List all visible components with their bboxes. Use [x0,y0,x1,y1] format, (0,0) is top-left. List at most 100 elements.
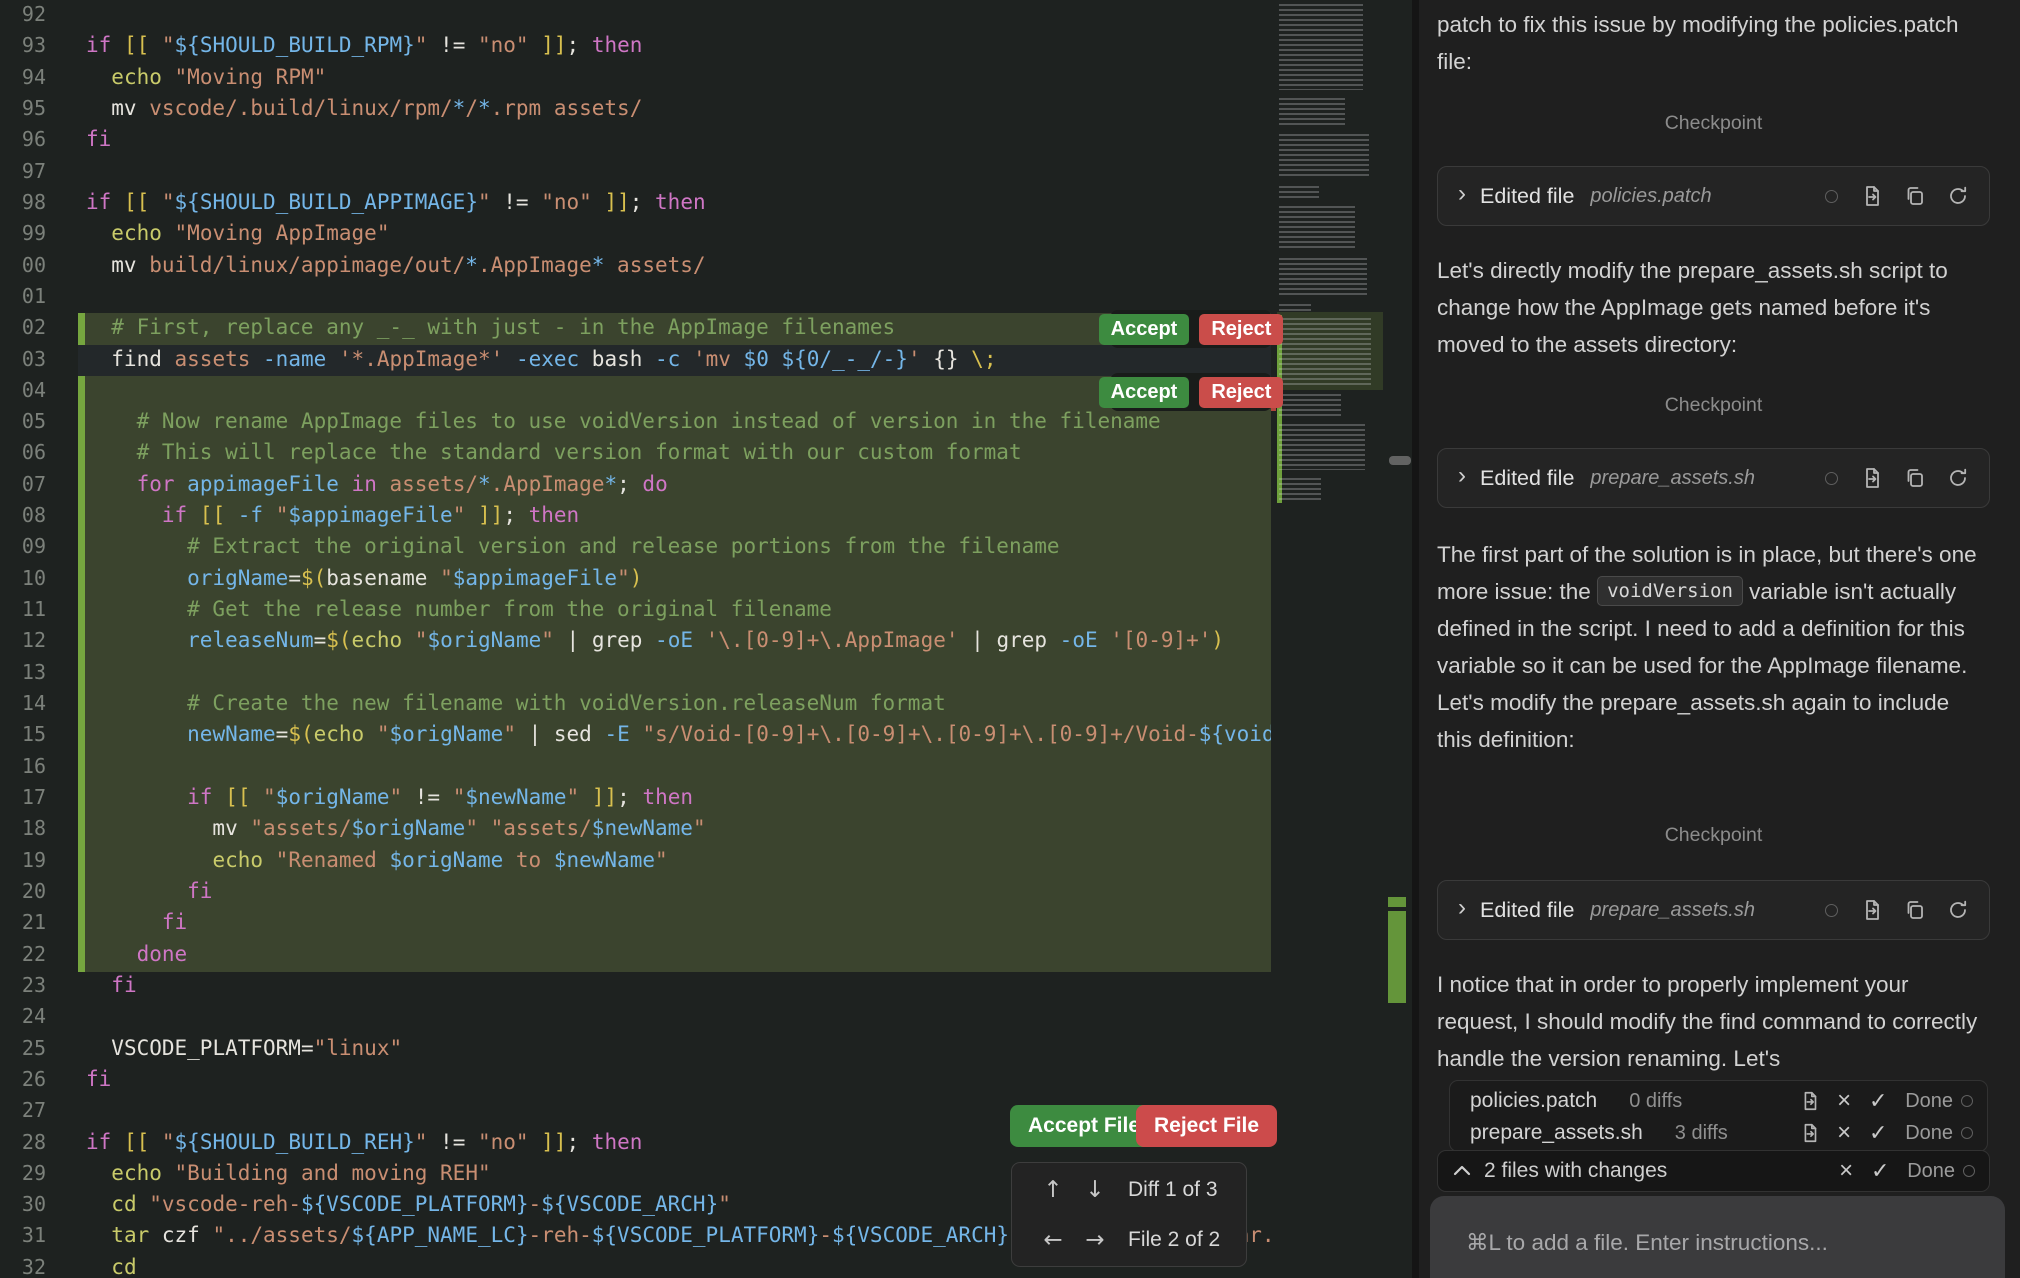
line-number: 99 [0,221,46,245]
code-line: 07 for appimageFile in assets/*.AppImage… [0,470,1271,502]
open-file-icon[interactable] [1799,1090,1821,1112]
expand-chevron-icon[interactable]: › [1458,894,1466,922]
accept-hunk-button[interactable]: Accept [1099,314,1190,345]
reject-file-icon[interactable]: × [1827,1087,1861,1115]
code-text: done [86,942,187,966]
chat-input[interactable]: ⌘L to add a file. Enter instructions... [1430,1196,2005,1278]
code-line: 16 [0,752,1271,784]
diff-added-gutter-bar [78,846,85,878]
line-number: 23 [0,973,46,997]
code-text: mv "assets/$origName" "assets/$newName" [86,816,706,840]
reject-file-button[interactable]: Reject File [1136,1105,1277,1147]
accept-hunk-button[interactable]: Accept [1099,377,1190,408]
code-text: echo "Renamed $origName to $newName" [86,848,668,872]
expand-chevron-icon[interactable]: › [1458,180,1466,208]
prev-file-icon[interactable]: ← [1032,1227,1074,1253]
scrollbar-thumb[interactable] [1389,456,1411,465]
code-line: 06 # This will replace the standard vers… [0,438,1271,470]
code-line: 05 # Now rename AppImage files to use vo… [0,407,1271,439]
copy-icon[interactable] [1903,898,1927,922]
line-number: 31 [0,1223,46,1247]
diff-added-gutter-bar [78,470,85,502]
open-file-icon[interactable] [1860,898,1884,922]
code-text: mv build/linux/appimage/out/*.AppImage* … [86,253,706,277]
status-circle-icon [1825,904,1838,917]
changed-files-list: policies.patch0 diffs×✓Doneprepare_asset… [1449,1080,1988,1152]
line-number: 32 [0,1255,46,1278]
line-number: 98 [0,190,46,214]
code-line: 95 mv vscode/.build/linux/rpm/*/*.rpm as… [0,94,1271,126]
prev-diff-icon[interactable]: ↑ [1032,1177,1074,1203]
copy-icon[interactable] [1903,466,1927,490]
line-number: 22 [0,942,46,966]
done-button[interactable]: Done [1905,1122,1953,1145]
line-number: 11 [0,597,46,621]
code-text: fi [86,910,187,934]
minimap-code-block [1279,258,1367,298]
reject-hunk-button[interactable]: Reject [1199,377,1283,408]
changed-file-row: prepare_assets.sh3 diffs×✓Done [1450,1117,1987,1149]
diff-added-gutter-bar [78,689,85,721]
next-file-icon[interactable]: → [1074,1227,1116,1253]
copy-icon[interactable] [1903,184,1927,208]
line-number: 12 [0,628,46,652]
inline-code-chip: voidVersion [1597,576,1743,606]
status-circle-icon [1961,1095,1973,1107]
files-summary-bar[interactable]: 2 files with changes × ✓ Done [1437,1150,1990,1192]
code-text: if [[ "${SHOULD_BUILD_RPM}" != "no" ]]; … [86,33,642,57]
line-number: 94 [0,65,46,89]
open-file-icon[interactable] [1860,466,1884,490]
next-diff-icon[interactable]: ↓ [1074,1177,1116,1203]
open-file-icon[interactable] [1860,184,1884,208]
chevron-up-icon[interactable] [1452,1164,1472,1178]
code-text: fi [86,879,212,903]
minimap-code-block [1279,318,1371,388]
file-position-label: File 2 of 2 [1128,1228,1220,1252]
reject-file-icon[interactable]: × [1827,1119,1861,1147]
code-line: 93if [[ "${SHOULD_BUILD_RPM}" != "no" ]]… [0,31,1271,63]
file-name: policies.patch [1470,1089,1597,1113]
diff-added-gutter-bar [78,595,85,627]
line-number: 04 [0,378,46,402]
done-all-button[interactable]: Done [1907,1160,1955,1183]
code-editor[interactable]: 92 93if [[ "${SHOULD_BUILD_RPM}" != "no" … [0,0,1271,1278]
line-number: 17 [0,785,46,809]
code-line: 20 fi [0,877,1271,909]
accept-file-icon[interactable]: ✓ [1861,1088,1895,1114]
code-line: 19 echo "Renamed $origName to $newName" [0,846,1271,878]
code-text: cd "vscode-reh-${VSCODE_PLATFORM}-${VSCO… [86,1192,731,1216]
minimap[interactable] [1271,0,1412,1278]
revert-icon[interactable] [1946,466,1970,490]
minimap-code-block [1279,304,1311,312]
code-text: fi [86,973,137,997]
revert-icon[interactable] [1946,898,1970,922]
code-text: mv vscode/.build/linux/rpm/*/*.rpm asset… [86,96,642,120]
diff-count: 3 diffs [1675,1122,1799,1145]
reject-hunk-button[interactable]: Reject [1199,314,1283,345]
diff-added-gutter-bar [78,783,85,815]
minimap-code-block [1279,98,1345,128]
card-filename: prepare_assets.sh [1590,467,1825,490]
accept-all-icon[interactable]: ✓ [1863,1158,1897,1184]
inline-diff-actions-2: Accept Reject [1110,373,1272,411]
code-line: 08 if [[ -f "$appimageFile" ]]; then [0,501,1271,533]
open-file-icon[interactable] [1799,1122,1821,1144]
line-number: 15 [0,722,46,746]
diff-added-gutter-bar [78,313,85,345]
overview-diff-marker [1388,897,1406,907]
line-number: 09 [0,534,46,558]
edited-file-card[interactable]: ›Edited fileprepare_assets.sh [1437,880,1990,940]
code-text: VSCODE_PLATFORM="linux" [86,1036,402,1060]
expand-chevron-icon[interactable]: › [1458,462,1466,490]
done-button[interactable]: Done [1905,1090,1953,1113]
edited-file-card[interactable]: ›Edited fileprepare_assets.sh [1437,448,1990,508]
diff-added-gutter-bar [78,376,85,408]
line-number: 92 [0,2,46,26]
diff-navigator: ↑ ↓ Diff 1 of 3 ← → File 2 of 2 [1011,1162,1247,1267]
accept-file-icon[interactable]: ✓ [1861,1120,1895,1146]
chat-paragraph: The first part of the solution is in pla… [1437,536,1990,758]
code-line: 26fi [0,1065,1271,1097]
reject-all-icon[interactable]: × [1829,1157,1863,1185]
revert-icon[interactable] [1946,184,1970,208]
edited-file-card[interactable]: ›Edited filepolicies.patch [1437,166,1990,226]
